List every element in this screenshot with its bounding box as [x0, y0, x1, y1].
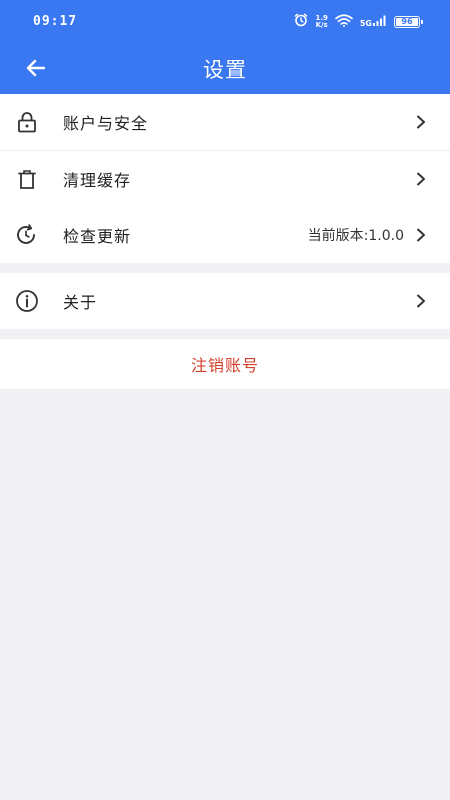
lock-icon	[14, 109, 40, 135]
info-icon	[14, 288, 40, 314]
chevron-right-icon	[414, 294, 428, 308]
settings-item-clear-cache[interactable]: 清理缓存	[0, 151, 450, 207]
trash-icon	[14, 166, 40, 192]
app-bar: 设置	[0, 44, 450, 94]
chevron-right-icon	[414, 115, 428, 129]
chevron-right-icon	[414, 172, 428, 186]
status-bar: 09:17 1.9 K/s 5G 96	[0, 0, 450, 44]
signal-bars-icon	[373, 15, 387, 28]
section-gap	[0, 263, 450, 273]
section-gap	[0, 329, 450, 339]
deregister-account-button[interactable]: 注销账号	[0, 339, 450, 389]
wifi-icon	[335, 12, 353, 31]
current-version: 当前版本:1.0.0	[307, 228, 404, 244]
status-time: 09:17	[33, 14, 78, 29]
page-title: 设置	[203, 58, 247, 82]
settings-item-label: 账户与安全	[63, 114, 149, 133]
battery-icon: 96	[394, 15, 423, 28]
refresh-icon	[14, 222, 40, 248]
cellular-signal: 5G	[360, 15, 387, 28]
alarm-icon	[294, 12, 308, 31]
net-speed: 1.9 K/s	[315, 13, 328, 29]
settings-item-account-security[interactable]: 账户与安全	[0, 94, 450, 150]
settings-item-label: 检查更新	[63, 227, 132, 246]
settings-group-2: 关于	[0, 273, 450, 329]
settings-item-about[interactable]: 关于	[0, 273, 450, 329]
settings-item-check-update[interactable]: 检查更新 当前版本:1.0.0	[0, 207, 450, 263]
chevron-right-icon	[414, 228, 428, 242]
settings-item-label: 清理缓存	[63, 171, 132, 190]
settings-item-label: 关于	[63, 293, 98, 312]
settings-group-1: 账户与安全 清理缓存 检查更新 当前版本:1.0.0	[0, 94, 450, 263]
status-icons: 1.9 K/s 5G 96	[294, 12, 423, 31]
